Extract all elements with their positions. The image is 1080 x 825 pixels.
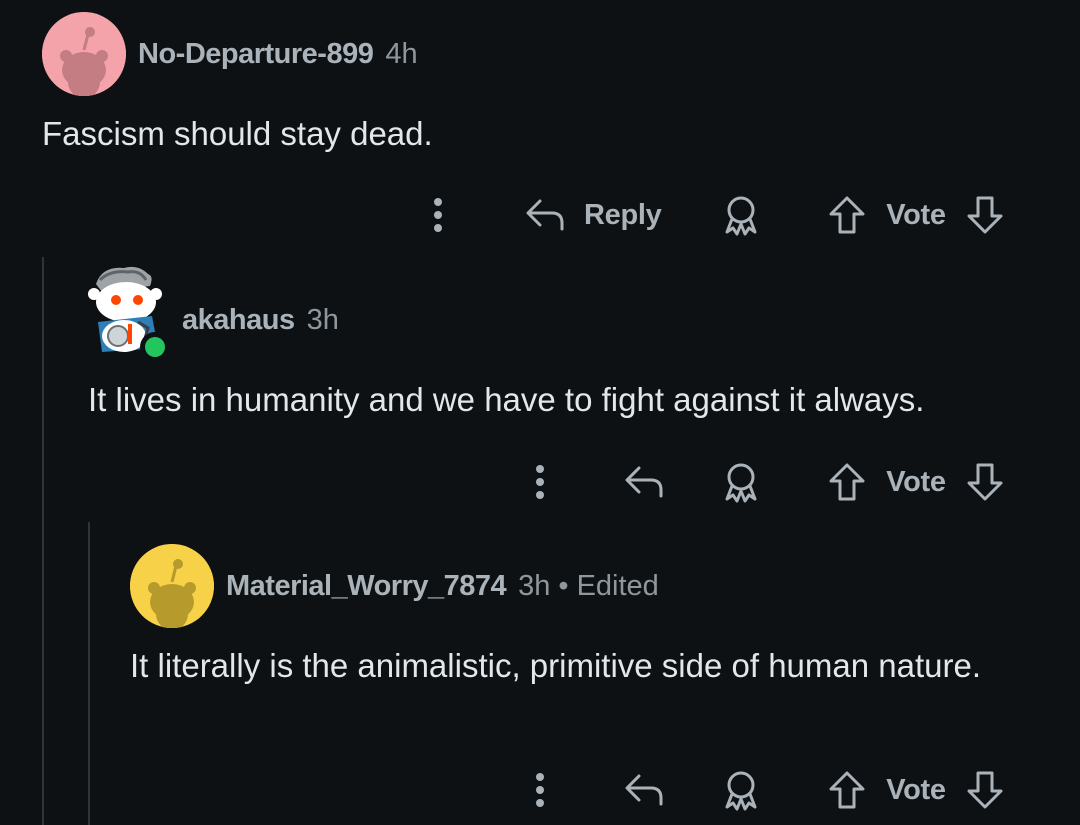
award-icon [725, 771, 757, 811]
comment-actions: Vote [0, 765, 1080, 815]
reply-button[interactable] [620, 765, 670, 815]
vote-count: Vote [876, 190, 956, 240]
more-icon [536, 465, 544, 499]
edited-label: Edited [576, 570, 659, 602]
comment-meta: akahaus 3h [182, 304, 339, 337]
username[interactable]: No-Departure-899 [138, 38, 374, 71]
comment-meta: No-Departure-899 4h [138, 38, 418, 71]
vote-count: Vote [876, 765, 956, 815]
downvote-button[interactable] [960, 190, 1010, 240]
avatar[interactable] [42, 12, 126, 96]
online-status-icon [140, 332, 170, 362]
downvote-icon [967, 771, 1003, 809]
username[interactable]: akahaus [182, 304, 295, 337]
vote-label: Vote [886, 198, 946, 231]
reply-label: Reply [584, 198, 662, 231]
timestamp: 4h [385, 38, 418, 70]
downvote-button[interactable] [960, 457, 1010, 507]
reply-button[interactable] [620, 457, 670, 507]
comment-thread: No-Departure-899 4h Fascism should stay … [0, 0, 1080, 825]
more-options-button[interactable] [520, 765, 560, 815]
more-icon [536, 773, 544, 807]
award-button[interactable] [716, 765, 766, 815]
comment-body: It lives in humanity and we have to figh… [88, 381, 925, 418]
thread-line-level-1[interactable] [42, 257, 44, 825]
timestamp: 3h [518, 570, 551, 602]
more-icon [434, 198, 442, 232]
upvote-icon [829, 771, 865, 809]
reply-icon [625, 774, 663, 806]
upvote-button[interactable] [822, 765, 872, 815]
comment-actions: Reply Vote [0, 190, 1080, 240]
downvote-icon [967, 463, 1003, 501]
comment-body: Fascism should stay dead. [42, 115, 433, 152]
vote-count: Vote [876, 457, 956, 507]
reply-button[interactable]: Reply [524, 190, 674, 240]
award-button[interactable] [716, 190, 766, 240]
avatar[interactable] [130, 544, 214, 628]
reply-icon [526, 199, 564, 231]
award-button[interactable] [716, 457, 766, 507]
username[interactable]: Material_Worry_7874 [226, 570, 507, 603]
award-icon [725, 196, 757, 236]
timestamp: 3h [306, 304, 339, 336]
comment-meta: Material_Worry_7874 3h • Edited [226, 570, 659, 603]
meta-separator: • [558, 570, 569, 602]
vote-label: Vote [886, 465, 946, 498]
upvote-icon [829, 463, 865, 501]
more-options-button[interactable] [520, 457, 560, 507]
downvote-icon [967, 196, 1003, 234]
comment-actions: Vote [0, 457, 1080, 507]
downvote-button[interactable] [960, 765, 1010, 815]
award-icon [725, 463, 757, 503]
reply-icon [625, 466, 663, 498]
comment-body: It literally is the animalistic, primiti… [130, 647, 982, 684]
upvote-button[interactable] [822, 457, 872, 507]
upvote-button[interactable] [822, 190, 872, 240]
more-options-button[interactable] [418, 190, 458, 240]
avatar[interactable] [88, 262, 170, 362]
upvote-icon [829, 196, 865, 234]
vote-label: Vote [886, 773, 946, 806]
